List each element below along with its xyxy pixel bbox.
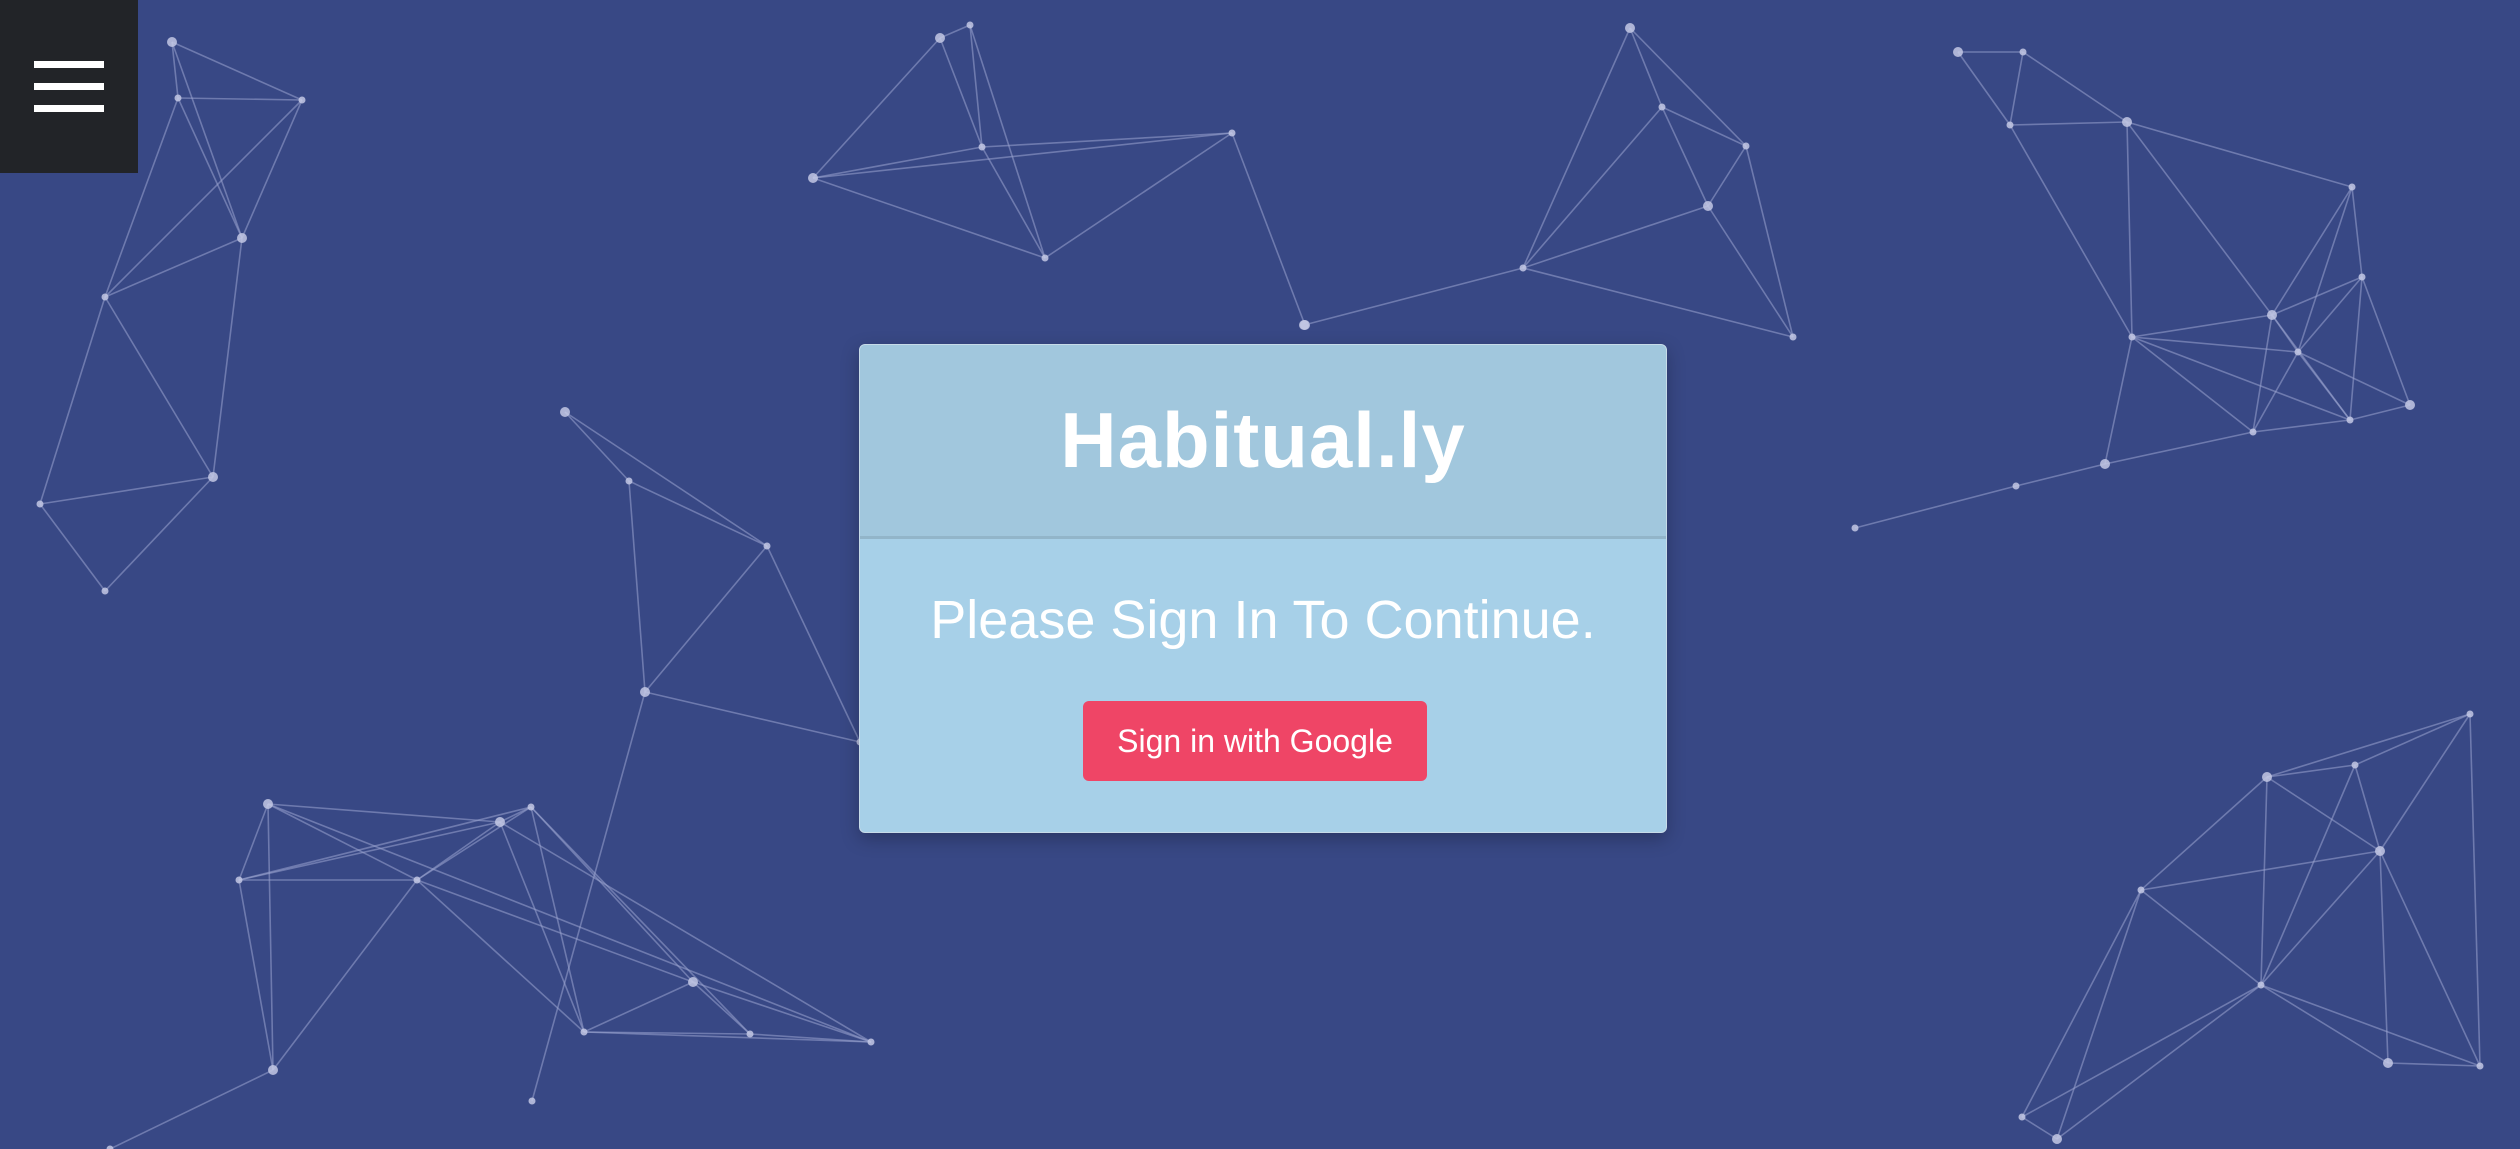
card-header: Habitual.ly bbox=[860, 345, 1666, 539]
card-body: Please Sign In To Continue. Sign in with… bbox=[860, 539, 1666, 832]
hamburger-menu-icon-bar-middle bbox=[34, 83, 104, 90]
hamburger-menu-icon bbox=[34, 61, 104, 68]
sign-in-card: Habitual.ly Please Sign In To Continue. … bbox=[859, 344, 1667, 833]
sign-in-message: Please Sign In To Continue. bbox=[930, 590, 1596, 650]
hamburger-menu-button[interactable] bbox=[0, 0, 138, 173]
sign-in-with-google-button[interactable]: Sign in with Google bbox=[1083, 701, 1427, 781]
hamburger-menu-icon-bar-bottom bbox=[34, 105, 104, 112]
app-title: Habitual.ly bbox=[1060, 396, 1466, 484]
